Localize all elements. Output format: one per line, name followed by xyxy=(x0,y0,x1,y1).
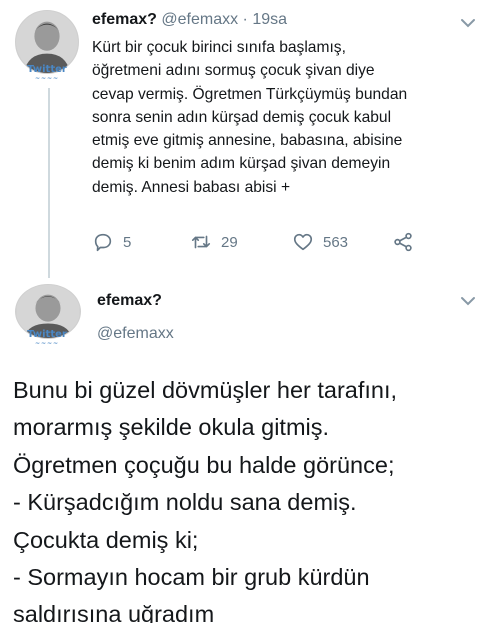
timestamp[interactable]: 19sa xyxy=(252,11,287,28)
tweet-line: sonra senin adın kürşad demiş çocuk kabu… xyxy=(92,108,392,126)
tweet-line: demiş ki benim adım kürşad şivan demeyin xyxy=(92,155,391,173)
share-button[interactable] xyxy=(392,230,423,254)
share-icon xyxy=(394,232,412,252)
reply-icon xyxy=(94,233,112,252)
retweet-count: 29 xyxy=(221,233,238,251)
like-icon xyxy=(293,233,313,251)
twitter-watermark: Twitter ~~~~ xyxy=(27,329,67,347)
display-name[interactable]: efemax? xyxy=(92,11,157,28)
tweet-line: öğretmeni adını sormuş çocuk şivan diye xyxy=(92,62,375,80)
like-count: 563 xyxy=(323,233,349,251)
tweet-line: saldırısına uğradım xyxy=(13,601,215,623)
reply-count: 5 xyxy=(123,233,132,251)
tweet-line: Ögretmen çoçuğu bu halde görünce; xyxy=(13,451,395,478)
retweet-icon xyxy=(191,235,211,249)
tweet-line: - Sormayın hocam bir grub kürdün xyxy=(13,564,370,591)
chevron-down-icon[interactable] xyxy=(460,18,476,28)
user-handle[interactable]: @efemaxx xyxy=(161,11,238,28)
user-handle[interactable]: @efemaxx xyxy=(97,325,174,343)
tweet-header: efemax? @efemaxx · 19sa xyxy=(92,11,287,29)
thread-line xyxy=(48,88,50,278)
tweet-line: cevap vermiş. Ögretmen Türkçüymüş bundan xyxy=(92,85,408,103)
tweet-line: demiş. Annesi babası abisi + xyxy=(92,178,291,196)
tweet-actions: 5 29 563 xyxy=(92,230,422,254)
tweet-line: Kürt bir çocuk birinci sınıfa başlamış, xyxy=(92,39,346,56)
tweet-line: etmiş eve gitmiş annesine, babasına, abi… xyxy=(92,132,403,150)
chevron-down-icon[interactable] xyxy=(460,296,476,306)
tweet-line: Çocukta demiş ki; xyxy=(13,526,199,553)
reply-button[interactable]: 5 xyxy=(92,230,131,254)
separator-dot: · xyxy=(242,11,248,28)
twitter-watermark: Twitter ~~~~ xyxy=(27,64,67,82)
like-button[interactable]: 563 xyxy=(292,230,348,254)
tweet-line: morarmış şekilde okula gitmiş. xyxy=(13,414,330,441)
retweet-button[interactable]: 29 xyxy=(190,230,238,254)
tweet-text: Bunu bi güzel dövmüşler her tarafını, mo… xyxy=(13,372,488,623)
display-name[interactable]: efemax? xyxy=(97,292,162,310)
tweet-line: - Kürşadcığım noldu sana demiş. xyxy=(13,489,357,516)
tweet-line: Bunu bi güzel dövmüşler her tarafını, xyxy=(13,377,398,403)
tweet-text: Kürt bir çocuk birinci sınıfa başlamış, … xyxy=(92,36,482,199)
